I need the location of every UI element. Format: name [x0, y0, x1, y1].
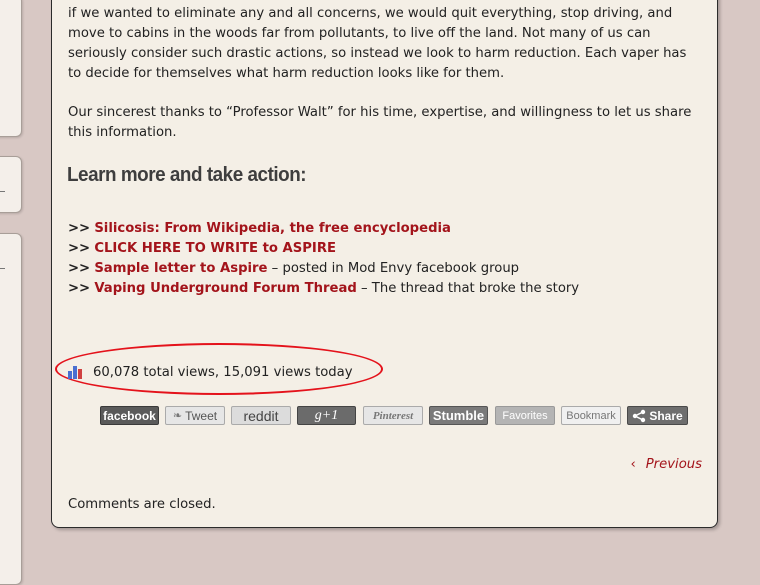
- stumble-label: Stumble: [432, 408, 485, 423]
- action-links-list: >> Silicosis: From Wikipedia, the free e…: [68, 219, 579, 299]
- previous-label: Previous: [645, 457, 702, 472]
- share-icon: [633, 409, 646, 422]
- bar-chart-icon: [68, 366, 83, 379]
- chevron-left-icon: ‹: [630, 457, 636, 472]
- share-more-button[interactable]: Share: [627, 406, 688, 425]
- sidebar-widget-3: [0, 233, 22, 585]
- link-suffix: – posted in Mod Envy facebook group: [267, 261, 520, 276]
- sidebar-widget-2: [0, 156, 22, 213]
- list-item: >> CLICK HERE TO WRITE to ASPIRE: [68, 239, 579, 259]
- google-plus-button[interactable]: g+1: [297, 406, 356, 425]
- link-suffix: – The thread that broke the story: [356, 281, 580, 296]
- bookmark-label: Bookmark: [566, 409, 616, 422]
- forum-thread-link[interactable]: Vaping Underground Forum Thread: [94, 281, 357, 296]
- view-counter: 60,078 total views, 15,091 views today: [68, 365, 353, 380]
- sample-letter-link[interactable]: Sample letter to Aspire: [94, 261, 267, 276]
- paragraph-line: if we wanted to eliminate any and all co…: [68, 6, 673, 21]
- favorites-button[interactable]: Favorites: [495, 406, 555, 425]
- paragraph-line: seriously consider such drastic actions,…: [68, 46, 687, 61]
- facebook-share-button[interactable]: facebook: [100, 406, 159, 425]
- bookmark-button[interactable]: Bookmark: [561, 406, 621, 425]
- previous-post-link[interactable]: ‹ Previous: [630, 457, 702, 472]
- reddit-label: reddit: [243, 407, 279, 424]
- favorites-label: Favorites: [502, 409, 548, 422]
- pinterest-button[interactable]: Pinterest: [363, 406, 423, 425]
- view-count-text: 60,078 total views, 15,091 views today: [93, 365, 353, 380]
- share-label: Share: [649, 408, 683, 423]
- twitter-bird-icon: ❧: [172, 410, 183, 422]
- facebook-label: facebook: [103, 408, 156, 423]
- paragraph-line: to decide for themselves what harm reduc…: [68, 66, 505, 81]
- article-paragraph-1: if we wanted to eliminate any and all co…: [68, 4, 703, 84]
- reddit-share-button[interactable]: reddit: [231, 406, 291, 425]
- pinterest-label: Pinterest: [372, 409, 414, 422]
- link-prefix: >>: [68, 221, 91, 236]
- link-prefix: >>: [68, 261, 91, 276]
- link-prefix: >>: [68, 241, 91, 256]
- paragraph-line: Our sincerest thanks to “Professor Walt”…: [68, 105, 692, 120]
- article-paragraph-2: Our sincerest thanks to “Professor Walt”…: [68, 103, 703, 143]
- paragraph-line: move to cabins in the woods far from pol…: [68, 26, 651, 41]
- sidebar-widget-2-line: [0, 191, 5, 192]
- wikipedia-silicosis-link[interactable]: Silicosis: From Wikipedia, the free ency…: [94, 221, 451, 236]
- write-to-aspire-link[interactable]: CLICK HERE TO WRITE to ASPIRE: [94, 241, 336, 256]
- stumbleupon-button[interactable]: Stumble: [429, 406, 488, 425]
- paragraph-line: this information.: [68, 125, 177, 140]
- sidebar-widget-3-line: [0, 268, 5, 269]
- post-content-panel: if we wanted to eliminate any and all co…: [51, 0, 718, 528]
- list-item: >> Vaping Underground Forum Thread – The…: [68, 279, 579, 299]
- list-item: >> Sample letter to Aspire – posted in M…: [68, 259, 579, 279]
- tweet-button[interactable]: ❧ Tweet: [165, 406, 225, 425]
- sidebar-widget-1: [0, 0, 22, 137]
- comments-closed-notice: Comments are closed.: [68, 497, 216, 512]
- link-prefix: >>: [68, 281, 91, 296]
- list-item: >> Silicosis: From Wikipedia, the free e…: [68, 219, 579, 239]
- tweet-label: Tweet: [185, 408, 218, 423]
- google-plus-label: g+1: [314, 407, 339, 423]
- section-heading: Learn more and take action:: [67, 163, 307, 186]
